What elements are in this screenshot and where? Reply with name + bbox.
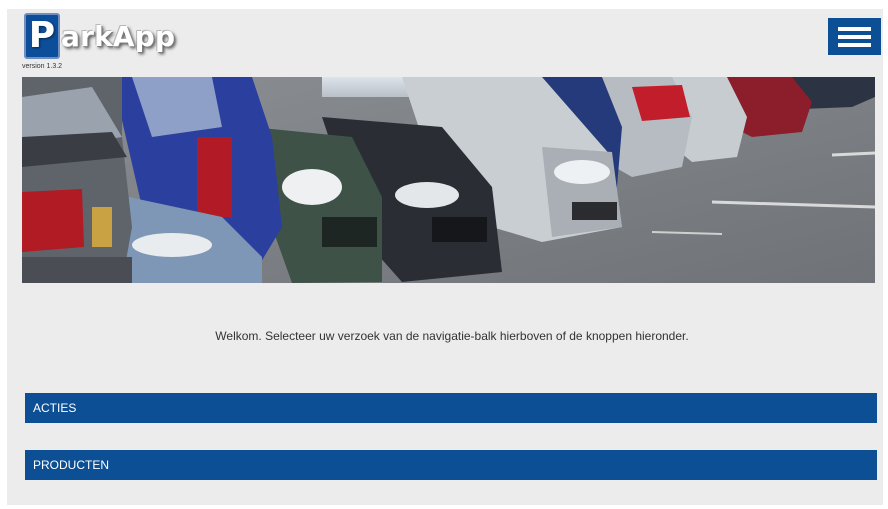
logo-text: arkApp — [61, 19, 176, 53]
logo-badge-icon: P — [24, 13, 60, 59]
version-label: version 1.3.2 — [22, 63, 63, 70]
banner-image — [22, 77, 875, 283]
menu-bar-top — [838, 27, 871, 31]
producten-button[interactable]: PRODUCTEN — [25, 450, 877, 480]
menu-bar-middle — [838, 35, 871, 39]
hamburger-menu-button[interactable] — [828, 18, 881, 55]
page-container: P arkApp version 1.3.2 Welkom. Selecteer… — [7, 9, 883, 505]
parked-cars-illustration — [22, 77, 875, 283]
menu-bar-bottom — [838, 43, 871, 47]
welcome-message: Welkom. Selecteer uw verzoek van de navi… — [215, 329, 689, 343]
acties-button[interactable]: ACTIES — [25, 393, 877, 423]
app-logo[interactable]: P arkApp — [24, 13, 175, 59]
